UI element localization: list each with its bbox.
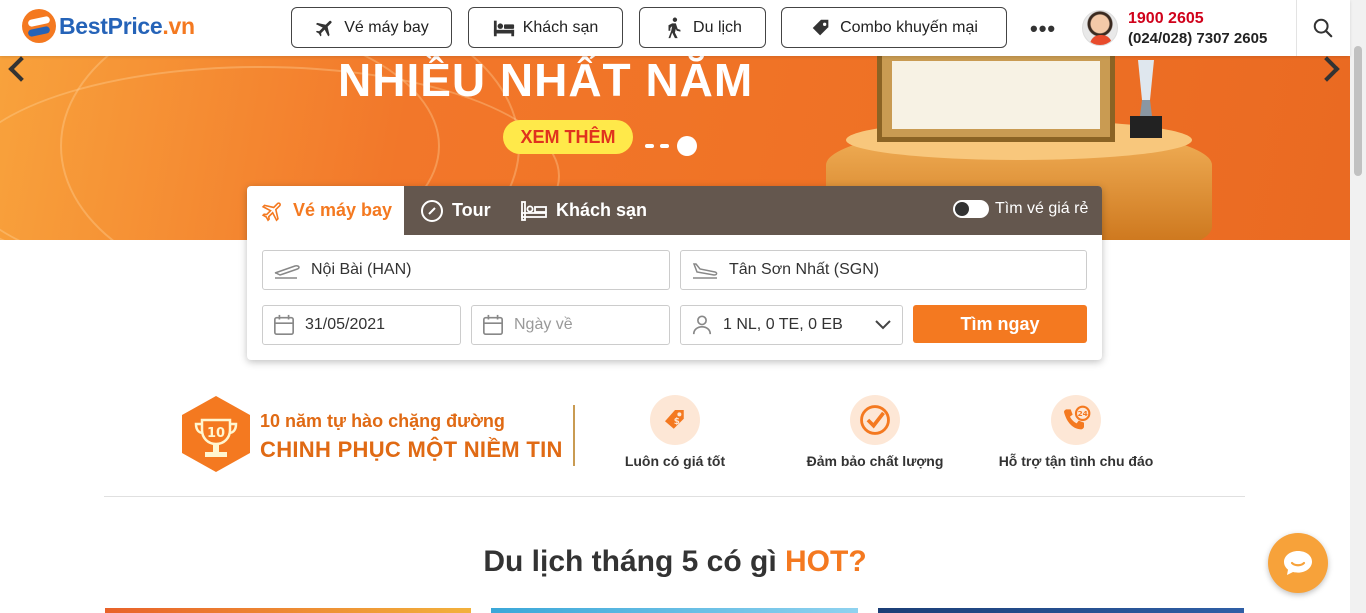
support-24-icon: 24 [1051, 395, 1101, 445]
scrollbar-thumb[interactable] [1354, 46, 1362, 176]
logo-text: BestPrice.vn [59, 12, 195, 39]
promo-card[interactable] [878, 608, 1244, 613]
support-avatar [1082, 10, 1118, 46]
nav-label: Combo khuyến mại [840, 18, 978, 36]
toggle-label: Tìm vé giá rẻ [995, 200, 1089, 217]
cheap-fare-toggle[interactable]: Tìm vé giá rẻ [953, 200, 1088, 218]
tab-label: Vé máy bay [293, 200, 393, 220]
trust-tagline: CHINH PHỤC MỘT NIỀM TIN [260, 437, 563, 462]
certificate-image [877, 56, 1115, 142]
bed-icon [521, 200, 547, 221]
logo-icon [22, 9, 56, 43]
logo[interactable]: BestPrice.vn [22, 9, 195, 43]
nav-flights-button[interactable]: Vé máy bay [291, 7, 452, 48]
to-airport-field[interactable]: Tân Sơn Nhất (SGN) [680, 250, 1087, 290]
page-scrollbar[interactable] [1350, 0, 1366, 613]
traveler-icon [663, 17, 685, 39]
nav-label: Du lịch [693, 18, 742, 36]
badge-number: 10 [207, 426, 225, 441]
chat-button[interactable] [1268, 533, 1328, 593]
nav-hotels-button[interactable]: Khách sạn [468, 7, 623, 48]
return-date-placeholder: Ngày về [514, 316, 573, 333]
depart-date-field[interactable]: 31/05/2021 [262, 305, 461, 345]
nav-travel-button[interactable]: Du lịch [639, 7, 766, 48]
to-airport-value: Tân Sơn Nhất (SGN) [729, 261, 880, 278]
usp-support: 24 Hỗ trợ tận tình chu đáo [976, 395, 1176, 469]
banner-title: NHIỀU NHẤT NĂM [338, 56, 754, 106]
more-menu-button[interactable]: ••• [1030, 16, 1056, 42]
site-header: BestPrice.vn Vé máy bay Khách sạn Du lịc… [0, 0, 1350, 56]
search-tabs: Vé máy bay Tour Khách sạn Tìm vé giá rẻ [247, 186, 1102, 235]
trophy-image [1130, 60, 1162, 138]
ten-years-badge-icon: 10 [182, 396, 250, 472]
calendar-icon [274, 314, 294, 335]
tab-label: Tour [452, 200, 491, 220]
passenger-select[interactable]: 1 NL, 0 TE, 0 EB [680, 305, 903, 345]
nav-label: Khách sạn [522, 18, 599, 36]
pride-tagline: 10 năm tự hào chặng đường [260, 411, 505, 431]
chat-icon [1284, 551, 1312, 575]
tab-hotels[interactable]: Khách sạn [520, 186, 647, 235]
airplane-icon [261, 201, 281, 222]
tab-flights[interactable]: Vé máy bay [247, 186, 404, 235]
promo-card[interactable] [491, 608, 858, 613]
return-date-field[interactable]: Ngày về [471, 305, 670, 345]
tag-icon [810, 17, 832, 39]
bed-icon [493, 17, 515, 39]
tab-tour[interactable]: Tour [420, 186, 491, 235]
search-panel: Vé máy bay Tour Khách sạn Tìm vé giá rẻ … [247, 186, 1102, 360]
from-airport-value: Nội Bài (HAN) [311, 261, 412, 278]
depart-date-value: 31/05/2021 [305, 316, 386, 333]
hotline-primary[interactable]: 1900 2605 [1128, 10, 1204, 28]
passenger-value: 1 NL, 0 TE, 0 EB [723, 316, 843, 333]
nav-label: Vé máy bay [344, 18, 429, 36]
hotline-secondary[interactable]: (024/028) 7307 2605 [1128, 30, 1267, 47]
compass-icon [421, 199, 443, 222]
page: NHIỀU NHẤT NĂM XEM THÊM BestPrice.vn Vé … [0, 0, 1366, 613]
nav-combo-button[interactable]: Combo khuyến mại [781, 7, 1007, 48]
from-airport-field[interactable]: Nội Bài (HAN) [262, 250, 670, 290]
usp-quality: Đảm bảo chất lượng [775, 395, 975, 469]
usp-label: Đảm bảo chất lượng [806, 453, 944, 469]
search-submit-button[interactable]: Tìm ngay [913, 305, 1087, 343]
section-title-text: Du lịch tháng 5 có gì [483, 545, 786, 578]
banner-cta-button[interactable]: XEM THÊM [503, 120, 633, 154]
chevron-down-icon [875, 320, 891, 330]
tab-label: Khách sạn [556, 200, 648, 220]
banner-next-arrow-icon[interactable] [1314, 56, 1340, 82]
calendar-icon [483, 314, 503, 335]
header-divider [1296, 0, 1297, 56]
usp-best-price: $ Luôn có giá tốt [575, 395, 775, 469]
takeoff-icon [274, 265, 300, 279]
section-title-highlight: HOT? [785, 545, 867, 578]
toggle-switch[interactable] [953, 200, 989, 218]
carousel-dots[interactable] [645, 136, 697, 156]
svg-text:$: $ [674, 417, 680, 427]
landing-icon [692, 263, 718, 279]
usp-label: Hỗ trợ tận tình chu đáo [998, 453, 1154, 469]
price-tag-icon: $ [650, 395, 700, 445]
checkmark-icon [850, 395, 900, 445]
svg-text:24: 24 [1078, 409, 1088, 418]
section-divider [104, 496, 1245, 497]
usp-label: Luôn có giá tốt [624, 453, 726, 469]
section-title: Du lịch tháng 5 có gì HOT? [0, 545, 1350, 579]
promo-card[interactable] [105, 608, 471, 613]
airplane-icon [314, 17, 336, 39]
person-icon [692, 315, 712, 335]
search-icon[interactable] [1312, 17, 1334, 39]
